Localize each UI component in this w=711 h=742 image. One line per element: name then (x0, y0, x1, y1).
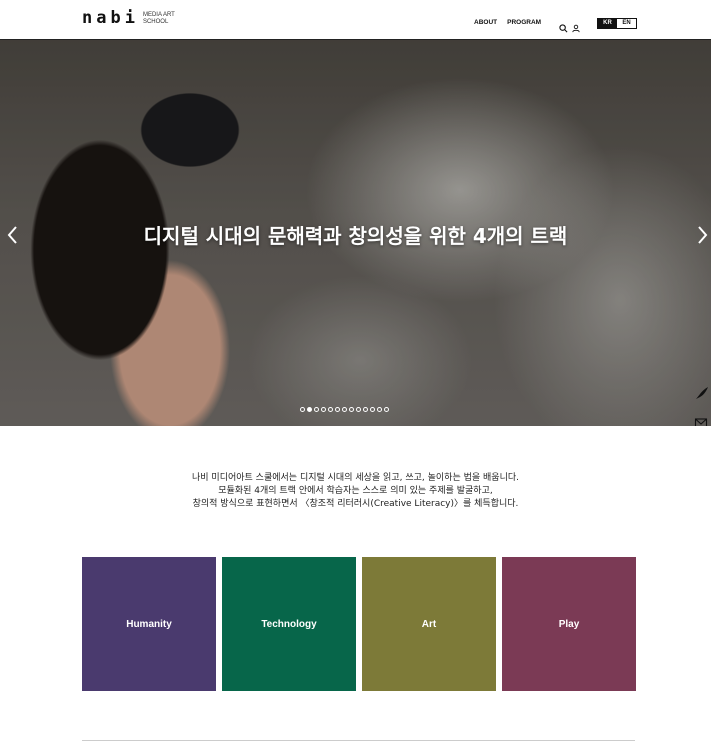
intro-line-1: 나비 미디어아트 스쿨에서는 디지털 시대의 세상을 읽고, 쓰고, 놀이하는 … (192, 473, 519, 483)
hero-title: 디지털 시대의 문해력과 창의성을 위한 4개의 트랙 (143, 224, 568, 248)
logo[interactable]: nabi MEDIA ART SCHOOL (82, 10, 185, 27)
intro-line-3: 창의적 방식으로 표현하면서 〈창조적 리터러시(Creative Litera… (192, 499, 519, 509)
logo-wordmark: nabi (82, 8, 139, 28)
user-icon[interactable] (572, 18, 582, 33)
track-card-humanity[interactable]: Humanity (82, 557, 216, 691)
track-label: Humanity (126, 618, 172, 630)
slide-dot[interactable] (300, 407, 305, 412)
intro-text: 나비 미디어아트 스쿨에서는 디지털 시대의 세상을 읽고, 쓰고, 놀이하는 … (0, 472, 711, 511)
search-icon[interactable] (559, 18, 569, 33)
intro-line-2: 모듈화된 4개의 트랙 안에서 학습자는 스스로 의미 있는 주제를 발굴하고, (218, 486, 493, 496)
slide-dot[interactable] (314, 407, 319, 412)
main-nav: ABOUT PROGRAM (474, 19, 541, 26)
hero-slider: 디지털 시대의 문해력과 창의성을 위한 4개의 트랙 (0, 40, 711, 426)
track-grid: Humanity Technology Art Play (82, 557, 636, 691)
slide-dot[interactable] (328, 407, 333, 412)
track-label: Art (421, 618, 437, 630)
slide-dot[interactable] (349, 407, 354, 412)
language-switcher: KR EN (597, 18, 637, 29)
logo-subtitle: MEDIA ART SCHOOL (143, 12, 185, 26)
track-card-art[interactable]: Art (362, 557, 496, 691)
slide-dot[interactable] (363, 407, 368, 412)
nav-program[interactable]: PROGRAM (507, 19, 541, 26)
slide-pagination (300, 407, 389, 412)
lang-kr-button[interactable]: KR (598, 19, 617, 28)
track-label: Play (558, 618, 580, 630)
slide-dot[interactable] (384, 407, 389, 412)
slide-dot[interactable] (356, 407, 361, 412)
prev-slide-arrow[interactable] (5, 224, 19, 246)
track-label: Technology (261, 618, 317, 630)
slide-dot[interactable] (307, 407, 312, 412)
pen-icon[interactable] (694, 385, 708, 399)
slide-dot[interactable] (342, 407, 347, 412)
site-header: nabi MEDIA ART SCHOOL ABOUT PROGRAM KR E… (0, 0, 711, 40)
nav-about[interactable]: ABOUT (474, 19, 497, 26)
slide-dot[interactable] (370, 407, 375, 412)
slide-dot[interactable] (321, 407, 326, 412)
track-card-play[interactable]: Play (502, 557, 636, 691)
logo-subtitle-line2: SCHOOL (142, 18, 169, 25)
track-card-technology[interactable]: Technology (222, 557, 356, 691)
section-divider (82, 740, 635, 741)
slide-dot[interactable] (377, 407, 382, 412)
slide-dot[interactable] (335, 407, 340, 412)
next-slide-arrow[interactable] (696, 224, 710, 246)
logo-subtitle-line1: MEDIA ART (142, 11, 175, 18)
lang-en-button[interactable]: EN (617, 19, 636, 28)
mail-icon[interactable] (694, 415, 708, 426)
